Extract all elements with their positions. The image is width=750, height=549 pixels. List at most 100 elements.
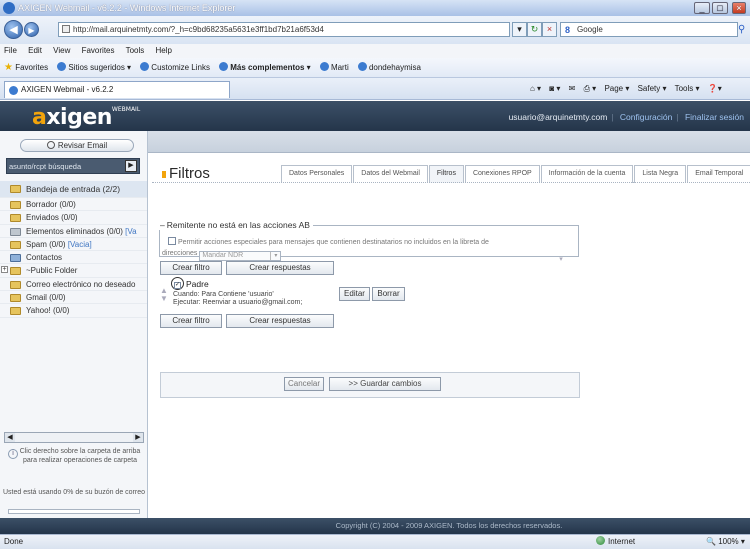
config-link[interactable]: Configuración xyxy=(620,112,672,122)
tab-email-temporal[interactable]: Email Temporal xyxy=(687,165,750,183)
menu-help[interactable]: Help xyxy=(156,46,172,55)
drafts-icon xyxy=(10,201,21,209)
command-tools[interactable]: Tools ▾ xyxy=(675,84,700,93)
section-collapse-toggle[interactable]: – xyxy=(160,220,165,230)
section-title: – Remitente no está en las acciones AB xyxy=(157,220,313,230)
checkmark-icon: ✓ xyxy=(174,282,181,289)
sidebar: Revisar Email ▶ Bandeja de entrada (2/2)… xyxy=(0,131,148,518)
fav-sitios-sugeridos[interactable]: Sitios sugeridos ▾ xyxy=(57,62,131,72)
fav-mas-complementos[interactable]: Más complementos ▾ xyxy=(219,62,311,72)
cancelar-button[interactable]: Cancelar xyxy=(284,377,324,391)
guardar-cambios-button[interactable]: >> Guardar cambios xyxy=(329,377,441,391)
tab-datos-personales[interactable]: Datos Personales xyxy=(281,165,353,183)
forward-button[interactable]: ▶ xyxy=(24,22,39,37)
folder-spam[interactable]: Spam (0/0) [Vacia] xyxy=(0,238,147,252)
folder-gmail[interactable]: Gmail (0/0) xyxy=(0,291,147,305)
feeds-icon[interactable]: ◙ ▾ xyxy=(549,84,560,93)
command-bar: ⌂ ▾ ◙ ▾ ✉ ⎙ ▾ Page ▾ Safety ▾ Tools ▾ ❓▾ xyxy=(530,82,750,96)
empty-spam-link[interactable]: [Vacia] xyxy=(68,240,92,249)
fav-marti[interactable]: Marti xyxy=(319,62,349,72)
tab-lista-negra[interactable]: Lista Negra xyxy=(634,165,687,183)
tab-filtros[interactable]: Filtros xyxy=(428,165,464,183)
folder-drafts[interactable]: Borrador (0/0) xyxy=(0,198,147,212)
filter-enable-checkbox[interactable]: ✓ xyxy=(171,277,184,290)
folder-public[interactable]: + ~Public Folder xyxy=(0,264,147,278)
address-row: ◀ ▶ http://mail.arquinetmty.com/?_h=c9bd… xyxy=(0,16,750,44)
folder-contacts[interactable]: Contactos xyxy=(0,251,147,265)
folder-search-input[interactable] xyxy=(9,161,121,172)
check-email-button[interactable]: Revisar Email xyxy=(20,139,134,152)
ie-page-icon xyxy=(219,62,229,71)
folder-yahoo[interactable]: Yahoo! (0/0) xyxy=(0,304,147,318)
fav-dondehaymisa[interactable]: dondehaymisa xyxy=(357,62,421,72)
minimize-button[interactable]: _ xyxy=(694,2,710,14)
sidebar-scrollbar[interactable]: ◀ ▶ xyxy=(4,432,144,443)
status-text: Done xyxy=(4,537,24,546)
search-box[interactable]: 8 Google xyxy=(560,22,738,37)
tab-informacion-cuenta[interactable]: Información de la cuenta xyxy=(540,165,634,183)
favorites-button[interactable]: ★ Favorites xyxy=(4,62,48,73)
direcciones-row: direcciones Mandar NDR ▾ xyxy=(162,250,282,261)
title-bullet-icon xyxy=(162,171,166,178)
print-icon[interactable]: ⎙ ▾ xyxy=(584,84,597,93)
address-bar[interactable]: http://mail.arquinetmty.com/?_h=c9bd6823… xyxy=(58,22,510,37)
status-bar: Done Internet 🔍 100% ▾ xyxy=(0,534,750,549)
fav-customize-links[interactable]: Customize Links xyxy=(140,62,210,72)
folder-sent[interactable]: Enviados (0/0) xyxy=(0,211,147,225)
expand-icon[interactable]: + xyxy=(1,266,8,274)
folder-icon xyxy=(10,280,21,289)
help-icon[interactable]: ❓▾ xyxy=(708,84,722,93)
browser-tab[interactable]: AXIGEN Webmail - v6.2.2 xyxy=(4,81,230,98)
ndr-select[interactable]: Mandar NDR ▾ xyxy=(199,251,282,261)
folder-inbox[interactable]: Bandeja de entrada (2/2) xyxy=(0,181,147,198)
tab-page-icon xyxy=(9,86,18,95)
reorder-arrows-icon[interactable]: ▲ ▼ xyxy=(160,287,168,303)
ie-page-icon xyxy=(319,62,329,71)
inbox-icon xyxy=(10,185,21,193)
address-dropdown-button[interactable]: ▾ xyxy=(512,22,527,37)
favorites-bar: ★ Favorites Sitios sugeridos ▾ Customize… xyxy=(0,58,750,78)
menu-edit[interactable]: Edit xyxy=(28,46,42,55)
stop-button[interactable]: × xyxy=(542,22,557,37)
filter-condition: Cuando: Para Contiene 'usuario' xyxy=(173,291,274,298)
permit-checkbox[interactable] xyxy=(168,237,176,245)
logout-link[interactable]: Finalizar sesión xyxy=(685,112,744,122)
maximize-button[interactable]: □ xyxy=(712,2,728,14)
internet-globe-icon xyxy=(596,536,605,545)
search-go-icon[interactable]: ⚲ xyxy=(738,22,750,37)
home-icon[interactable]: ⌂ ▾ xyxy=(530,84,541,93)
folder-deleted[interactable]: Elementos eliminados (0/0) [Va xyxy=(0,225,147,238)
tab-datos-webmail[interactable]: Datos del Webmail xyxy=(353,165,428,183)
crear-filtro-button-top[interactable]: Crear filtro xyxy=(160,261,222,275)
scroll-left-icon[interactable]: ◀ xyxy=(5,433,15,442)
crear-respuestas-button-top[interactable]: Crear respuestas xyxy=(226,261,334,275)
menu-favorites[interactable]: Favorites xyxy=(82,46,115,55)
menu-view[interactable]: View xyxy=(53,46,70,55)
window-titlebar: AXIGEN Webmail - v6.2.2 - Windows Intern… xyxy=(0,0,750,16)
editar-button[interactable]: Editar xyxy=(339,287,370,301)
save-bar: Cancelar >> Guardar cambios xyxy=(160,372,580,398)
close-button[interactable]: × xyxy=(732,2,746,14)
folder-junk[interactable]: Correo electrónico no deseado xyxy=(0,278,147,292)
zoom-level[interactable]: 🔍 100% ▾ xyxy=(706,535,745,549)
crear-filtro-button-bottom[interactable]: Crear filtro xyxy=(160,314,222,328)
mailbox-usage-text: Usted está usando 0% de su buzón de corr… xyxy=(2,489,146,496)
borrar-button[interactable]: Borrar xyxy=(372,287,405,301)
ie-page-icon xyxy=(357,62,367,71)
tab-conexiones-rpop[interactable]: Conexiones RPOP xyxy=(464,165,540,183)
back-button[interactable]: ◀ xyxy=(4,20,23,39)
scroll-right-icon[interactable]: ▶ xyxy=(133,433,143,442)
empty-deleted-link[interactable]: [Va xyxy=(125,227,136,236)
ie-page-icon xyxy=(140,62,150,71)
crear-respuestas-button-bottom[interactable]: Crear respuestas xyxy=(226,314,334,328)
command-safety[interactable]: Safety ▾ xyxy=(638,84,667,93)
command-page[interactable]: Page ▾ xyxy=(604,84,629,93)
mail-icon[interactable]: ✉ xyxy=(569,84,576,93)
menu-tools[interactable]: Tools xyxy=(126,46,145,55)
url-text: http://mail.arquinetmty.com/?_h=c9bd6823… xyxy=(73,25,324,34)
menu-file[interactable]: File xyxy=(4,46,17,55)
refresh-button[interactable]: ↻ xyxy=(527,22,542,37)
search-go-button[interactable]: ▶ xyxy=(125,160,137,172)
webmail-header: axigenWEBMAIL usuario@arquinetmty.com | C… xyxy=(0,101,750,131)
security-zone[interactable]: Internet xyxy=(596,535,635,549)
